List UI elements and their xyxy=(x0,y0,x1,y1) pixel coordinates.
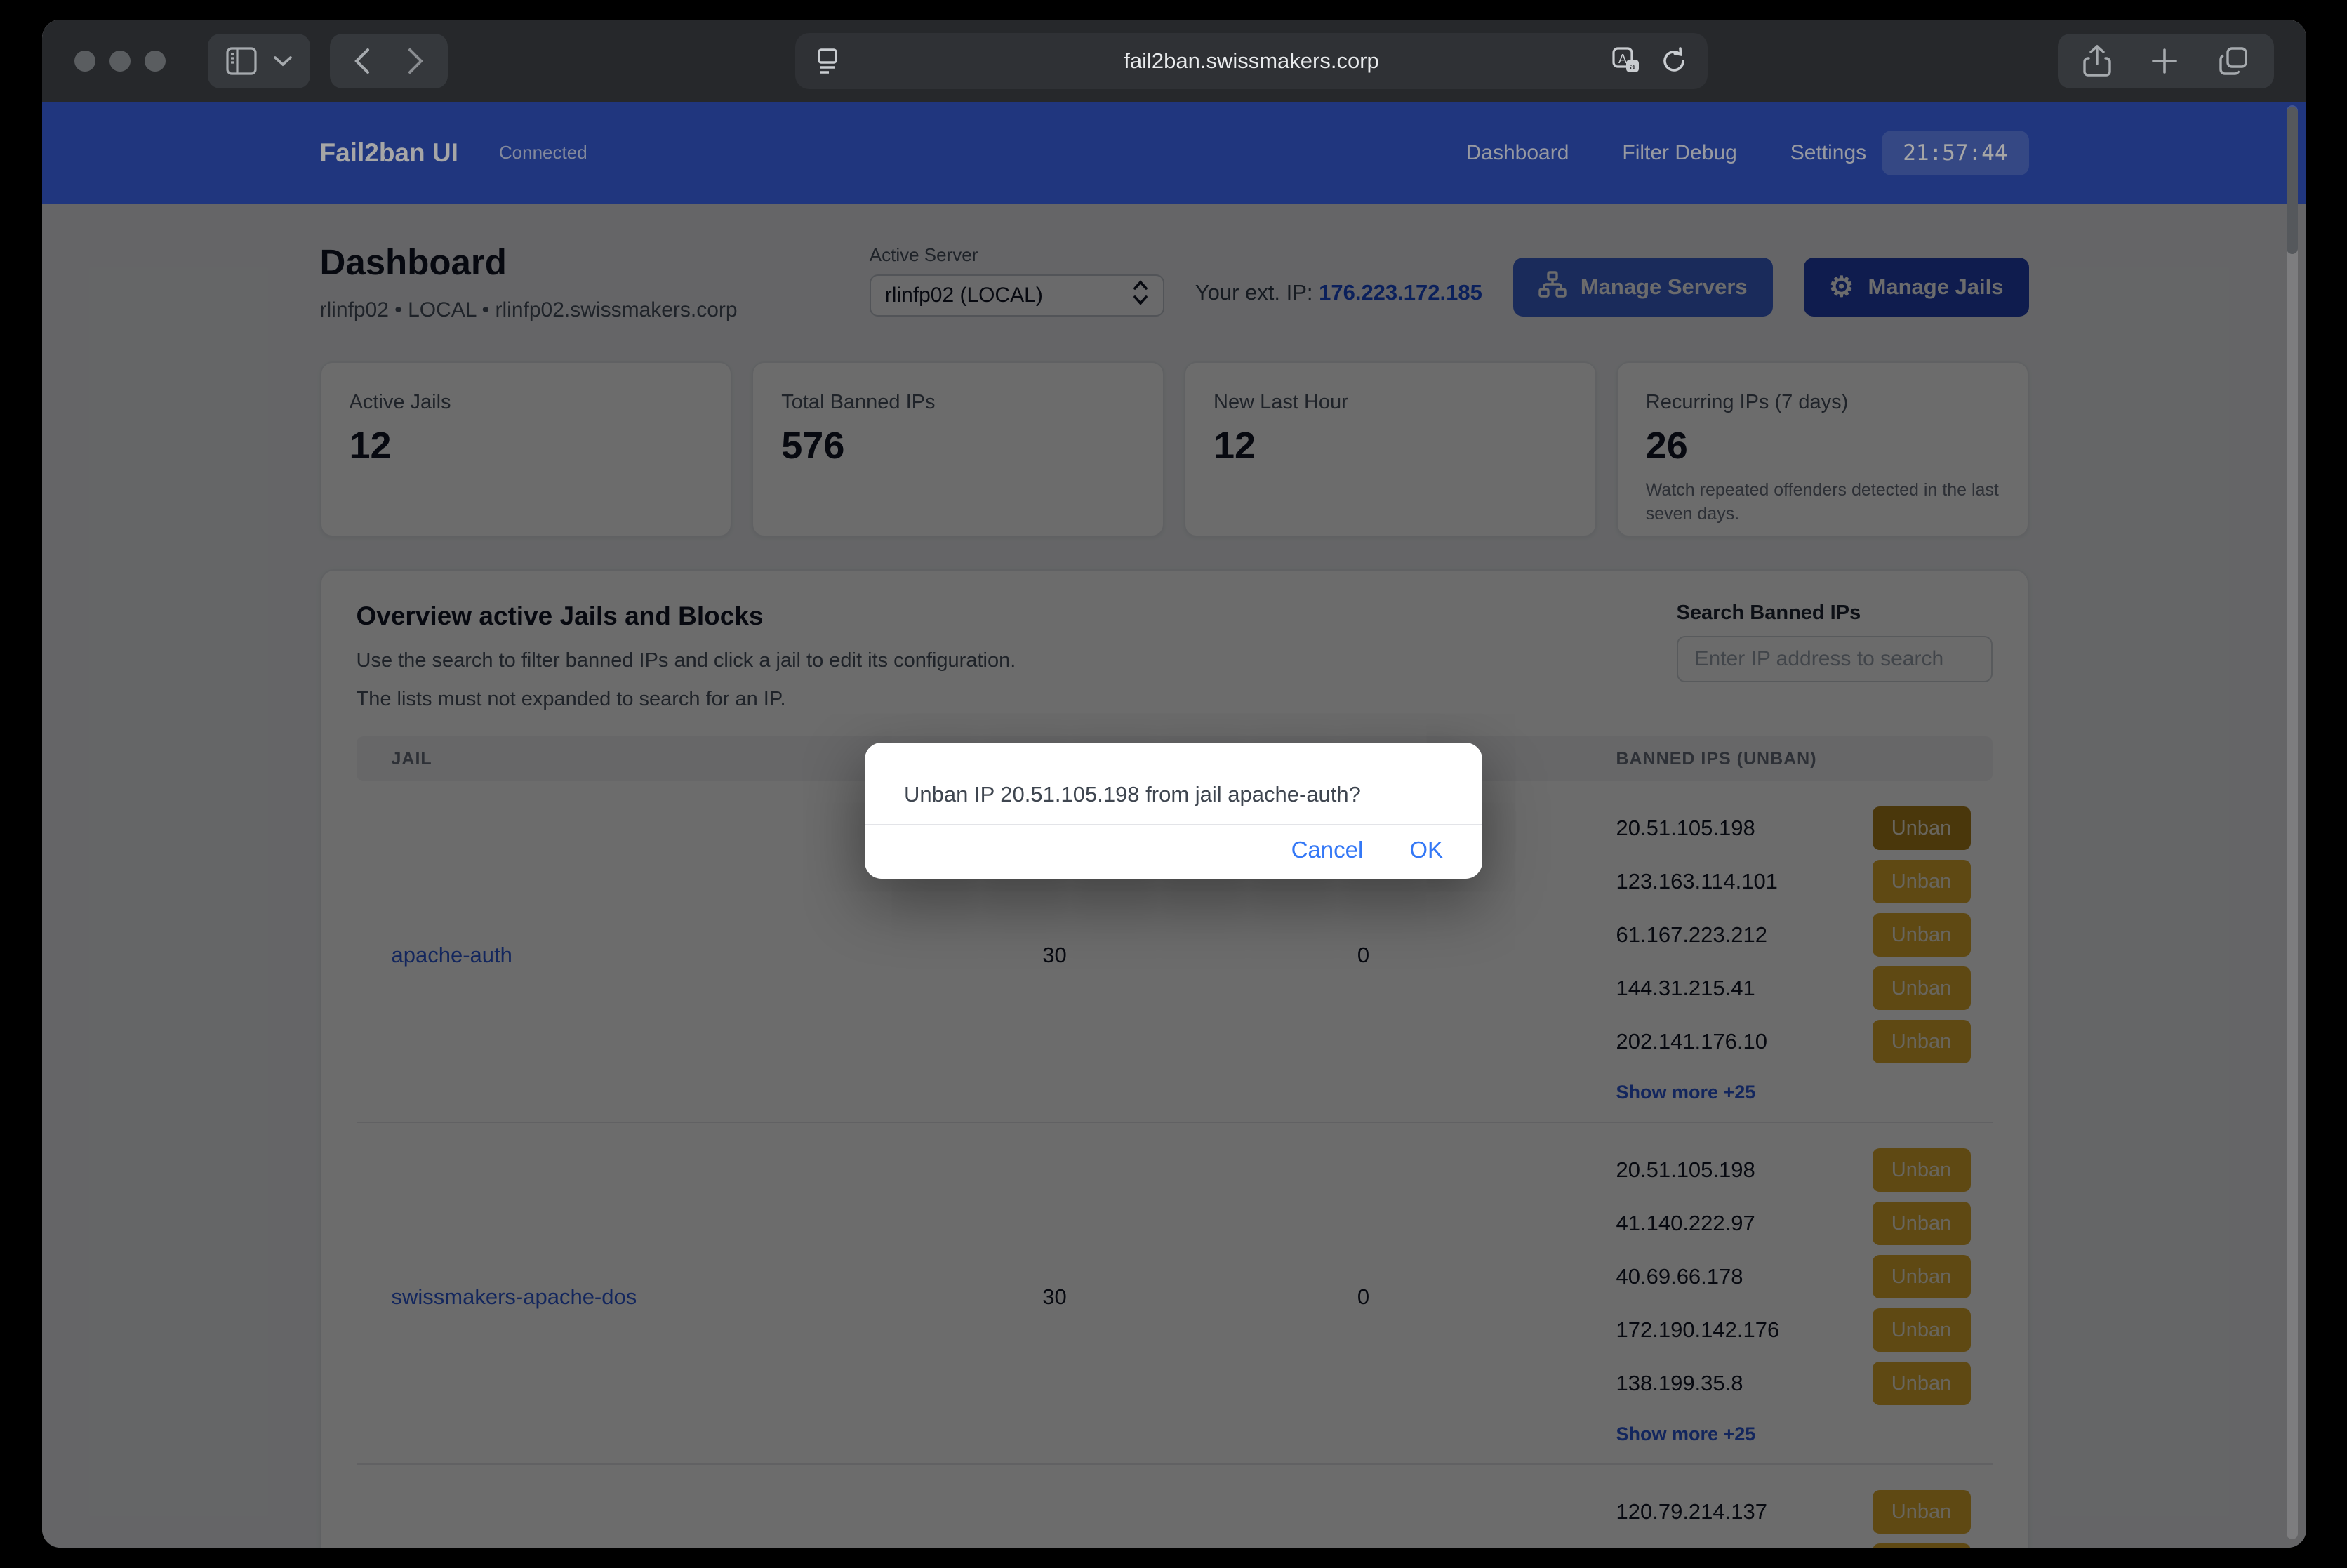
window-controls xyxy=(74,51,166,72)
cancel-button[interactable]: Cancel xyxy=(1291,837,1364,863)
browser-window: fail2ban.swissmakers.corp A a xyxy=(42,20,2306,1548)
reload-icon[interactable] xyxy=(1660,46,1688,77)
chevron-down-icon[interactable] xyxy=(274,55,292,67)
url-text: fail2ban.swissmakers.corp xyxy=(795,48,1708,74)
address-bar[interactable]: fail2ban.swissmakers.corp A a xyxy=(795,33,1708,89)
traffic-light-minimize-icon[interactable] xyxy=(109,51,131,72)
translate-icon[interactable]: A a xyxy=(1611,46,1642,77)
ok-button[interactable]: OK xyxy=(1409,837,1443,863)
traffic-light-close-icon[interactable] xyxy=(74,51,95,72)
share-icon[interactable] xyxy=(2083,44,2111,78)
new-tab-icon[interactable] xyxy=(2150,47,2179,75)
scrollbar-track[interactable] xyxy=(2287,105,2298,1539)
forward-icon[interactable] xyxy=(407,47,424,75)
scrollbar-thumb[interactable] xyxy=(2287,107,2298,254)
back-icon[interactable] xyxy=(354,47,371,75)
traffic-light-zoom-icon[interactable] xyxy=(145,51,166,72)
tab-overview-icon[interactable] xyxy=(2218,46,2249,77)
confirm-dialog: Unban IP 20.51.105.198 from jail apache-… xyxy=(865,743,1482,879)
svg-text:A: A xyxy=(1618,52,1627,66)
sidebar-icon[interactable] xyxy=(226,47,257,75)
dialog-message: Unban IP 20.51.105.198 from jail apache-… xyxy=(865,743,1482,807)
browser-chrome: fail2ban.swissmakers.corp A a xyxy=(42,20,2306,102)
svg-text:a: a xyxy=(1630,61,1635,72)
